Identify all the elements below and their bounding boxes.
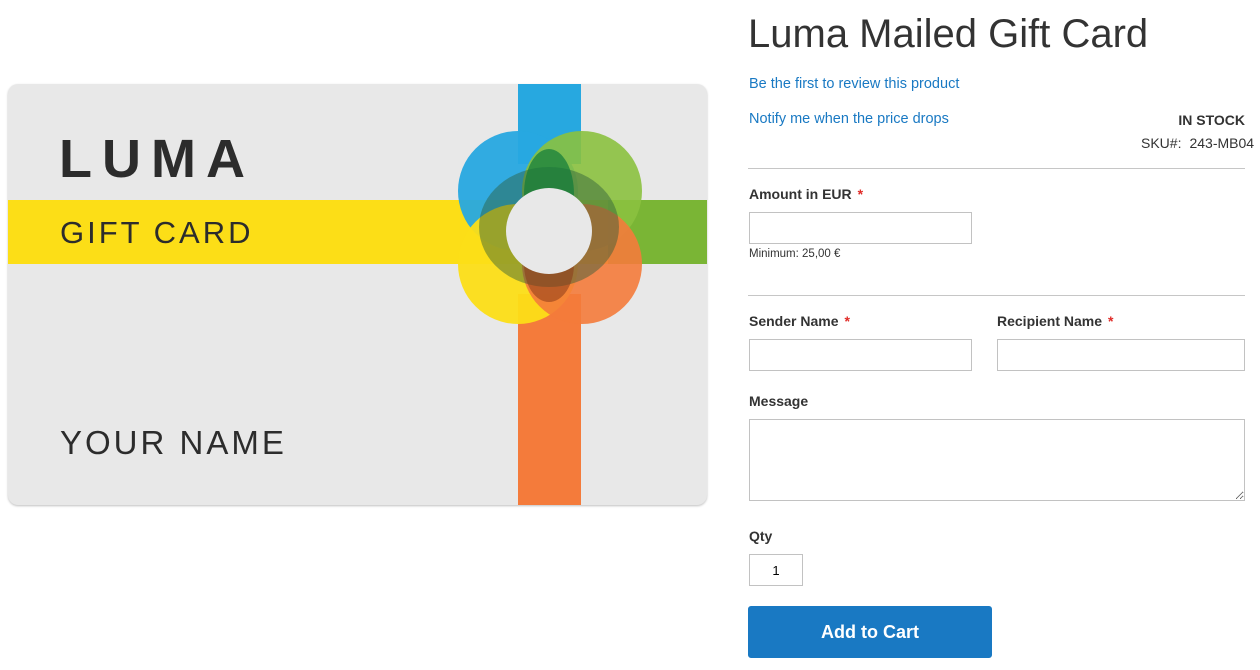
recipient-label: Recipient Name * [997, 313, 1114, 329]
amount-minimum-note: Minimum: 25,00 € [749, 248, 841, 260]
message-textarea[interactable] [749, 419, 1245, 501]
divider [748, 168, 1245, 169]
review-link[interactable]: Be the first to review this product [749, 76, 959, 92]
required-mark: * [844, 313, 850, 329]
price-alert-link[interactable]: Notify me when the price drops [749, 111, 949, 127]
qty-input[interactable] [749, 554, 803, 586]
recipient-label-text: Recipient Name [997, 313, 1103, 329]
sender-name-input[interactable] [749, 339, 972, 371]
sku-label: SKU#: [1141, 135, 1182, 151]
qty-label: Qty [749, 528, 773, 544]
recipient-name-input[interactable] [997, 339, 1245, 371]
sku: SKU#: 243-MB04 [1141, 135, 1254, 151]
message-label: Message [749, 393, 809, 409]
sender-label-text: Sender Name [749, 313, 839, 329]
sku-value: 243-MB04 [1189, 135, 1255, 151]
required-mark: * [857, 186, 864, 202]
amount-label: Amount in EUR * [749, 186, 863, 202]
card-logo-text: LUMA [59, 129, 255, 189]
stock-status: IN STOCK [1178, 112, 1245, 128]
amount-input[interactable] [749, 212, 972, 244]
card-subtitle-text: GIFT CARD [60, 215, 254, 250]
divider [748, 295, 1245, 296]
product-title: Luma Mailed Gift Card [748, 12, 1149, 56]
add-to-cart-button[interactable]: Add to Cart [748, 606, 992, 658]
sender-label: Sender Name * [749, 313, 850, 329]
product-image[interactable]: LUMA GIFT CARD YOUR NAME [8, 84, 707, 505]
required-mark: * [1108, 313, 1114, 329]
card-name-text: YOUR NAME [60, 424, 287, 461]
amount-label-text: Amount in EUR [749, 186, 852, 202]
